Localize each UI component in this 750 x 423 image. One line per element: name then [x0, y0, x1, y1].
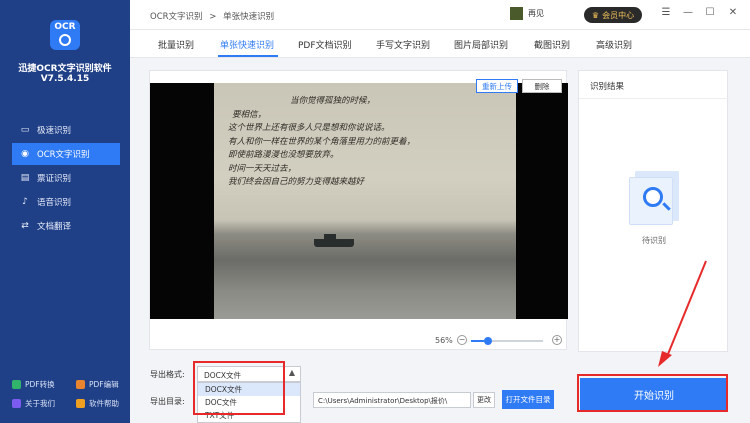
eye-icon — [59, 34, 71, 46]
link-label: 软件帮助 — [89, 399, 119, 408]
poem-line: 要相信， — [232, 109, 267, 120]
tab-batch[interactable]: 批量识别 — [158, 38, 194, 51]
poem-line: 有人和你一样在世界的某个角落里用力的前更着， — [228, 136, 416, 147]
user-name: 再见 — [528, 9, 544, 18]
vip-label: 会员中心 — [602, 10, 635, 20]
help-icon — [76, 399, 85, 408]
zoom-slider-handle[interactable] — [484, 337, 492, 345]
menu-icon[interactable]: ☰ — [660, 7, 672, 19]
image-panel: 当你觉得孤独的时候， 要相信， 这个世界上还有很多人只是想和你说说话。 有人和你… — [149, 70, 568, 350]
sidebar-item-label: 语音识别 — [37, 198, 72, 208]
avatar — [510, 7, 523, 20]
zoom-level: 56% — [435, 336, 453, 345]
maximize-icon[interactable]: ☐ — [704, 7, 716, 19]
tab-screenshot[interactable]: 截图识别 — [534, 38, 570, 51]
link-label: PDF编辑 — [89, 380, 119, 389]
link-label: 关于我们 — [25, 399, 55, 408]
tab-pdf[interactable]: PDF文档识别 — [298, 38, 352, 51]
mode-tabs: 批量识别 单张快速识别 PDF文档识别 手写文字识别 图片局部识别 截图识别 高… — [130, 30, 750, 58]
monitor-icon: ▭ — [20, 125, 30, 135]
format-highlight-box — [193, 361, 285, 415]
ticket-icon: ▤ — [20, 173, 30, 183]
pdf-convert-icon — [12, 380, 21, 389]
zoom-control: 56% − + — [435, 335, 565, 347]
breadcrumb-separator: > — [209, 12, 217, 22]
sidebar-item-ocr[interactable]: ◉ OCR文字识别 — [12, 143, 120, 165]
sidebar: OCR 迅捷OCR文字识别软件 V7.5.4.15 ▭ 极速识别 ◉ OCR文字… — [0, 0, 130, 423]
document-search-icon — [629, 171, 679, 225]
tab-advanced[interactable]: 高级识别 — [596, 38, 632, 51]
sidebar-item-label: 文档翻译 — [37, 222, 72, 232]
minimize-icon[interactable]: — — [682, 7, 694, 19]
close-icon[interactable]: ✕ — [727, 7, 739, 19]
poem-line: 时间一天天过去， — [228, 163, 297, 174]
sidebar-item-translate[interactable]: ⇄ 文档翻译 — [12, 215, 120, 237]
translate-icon: ⇄ — [21, 221, 29, 231]
change-dir-button[interactable]: 更改 — [473, 392, 495, 408]
crown-icon: ♛ — [591, 10, 600, 20]
open-dir-button[interactable]: 打开文件目录 — [502, 390, 554, 409]
vip-center-button[interactable]: ♛ 会员中心 — [584, 7, 642, 23]
sidebar-item-ticket[interactable]: ▤ 票证识别 — [12, 167, 120, 189]
active-tab-indicator — [218, 55, 278, 57]
pdf-edit-link[interactable]: PDF编辑 — [76, 379, 119, 390]
tab-handwriting[interactable]: 手写文字识别 — [376, 38, 430, 51]
sidebar-item-label: 极速识别 — [37, 126, 72, 136]
poem-line: 即使前路漫漫也没想要放弃。 — [228, 150, 339, 160]
pdf-edit-icon — [76, 380, 85, 389]
app-logo: OCR — [50, 20, 80, 50]
dir-label: 导出目录: — [150, 397, 185, 406]
export-dir-input[interactable]: C:\Users\Administrator\Desktop\报价\ — [313, 392, 471, 408]
poem-line: 我们终会因自己的努力变得越来越好 — [228, 177, 365, 187]
poem-line: 当你觉得孤独的时候， — [290, 96, 376, 106]
result-title: 识别结果 — [579, 71, 729, 99]
info-icon — [12, 399, 21, 408]
sidebar-item-label: 票证识别 — [37, 174, 72, 184]
sidebar-item-voice[interactable]: ♪ 语音识别 — [12, 191, 120, 213]
sidebar-item-speed[interactable]: ▭ 极速识别 — [12, 119, 120, 141]
reupload-button[interactable]: 重新上传 — [476, 79, 518, 93]
top-bar: OCR文字识别 > 单张快速识别 再见 ♛ 会员中心 ☰ — ☐ ✕ — [130, 0, 750, 30]
sidebar-item-label: OCR文字识别 — [37, 150, 90, 160]
zoom-out-button[interactable]: − — [457, 335, 467, 345]
link-label: PDF转换 — [25, 380, 55, 389]
app-name: 迅捷OCR文字识别软件 — [18, 64, 112, 74]
app-version: V7.5.4.15 — [40, 74, 90, 84]
start-highlight-box — [577, 374, 728, 412]
sidebar-nav: ▭ 极速识别 ◉ OCR文字识别 ▤ 票证识别 ♪ 语音识别 ⇄ 文档翻译 — [12, 119, 120, 239]
annotation-arrow — [658, 260, 707, 367]
about-link[interactable]: 关于我们 — [12, 398, 55, 409]
delete-button[interactable]: 删除 — [522, 79, 562, 93]
breadcrumb-item[interactable]: OCR文字识别 — [150, 12, 203, 22]
format-label: 导出格式: — [150, 370, 185, 379]
poem-line: 这个世界上还有很多人只是想和你说说话。 — [228, 123, 390, 133]
help-link[interactable]: 软件帮助 — [76, 398, 119, 409]
caret-up-icon: ▲ — [288, 368, 295, 377]
breadcrumb: OCR文字识别 > 单张快速识别 — [150, 10, 274, 22]
pdf-convert-link[interactable]: PDF转换 — [12, 379, 55, 390]
zoom-slider-fill — [471, 340, 484, 342]
poem-text: 当你觉得孤独的时候， 要相信， 这个世界上还有很多人只是想和你说说话。 有人和你… — [228, 95, 508, 190]
breadcrumb-item: 单张快速识别 — [223, 12, 275, 22]
eye-icon: ◉ — [21, 149, 29, 159]
zoom-in-button[interactable]: + — [552, 335, 562, 345]
zoom-slider[interactable] — [471, 337, 543, 345]
preview-image: 当你觉得孤独的时候， 要相信， 这个世界上还有很多人只是想和你说说话。 有人和你… — [150, 83, 568, 319]
result-status: 待识别 — [642, 236, 666, 245]
microphone-icon: ♪ — [22, 197, 28, 207]
boat — [314, 234, 354, 247]
logo-text: OCR — [54, 22, 76, 32]
photo: 当你觉得孤独的时候， 要相信， 这个世界上还有很多人只是想和你说说话。 有人和你… — [214, 83, 516, 319]
tab-single-fast[interactable]: 单张快速识别 — [220, 38, 274, 51]
user-info[interactable]: 再见 — [510, 7, 544, 20]
tab-partial[interactable]: 图片局部识别 — [454, 38, 508, 51]
magnifier-icon — [643, 187, 663, 207]
